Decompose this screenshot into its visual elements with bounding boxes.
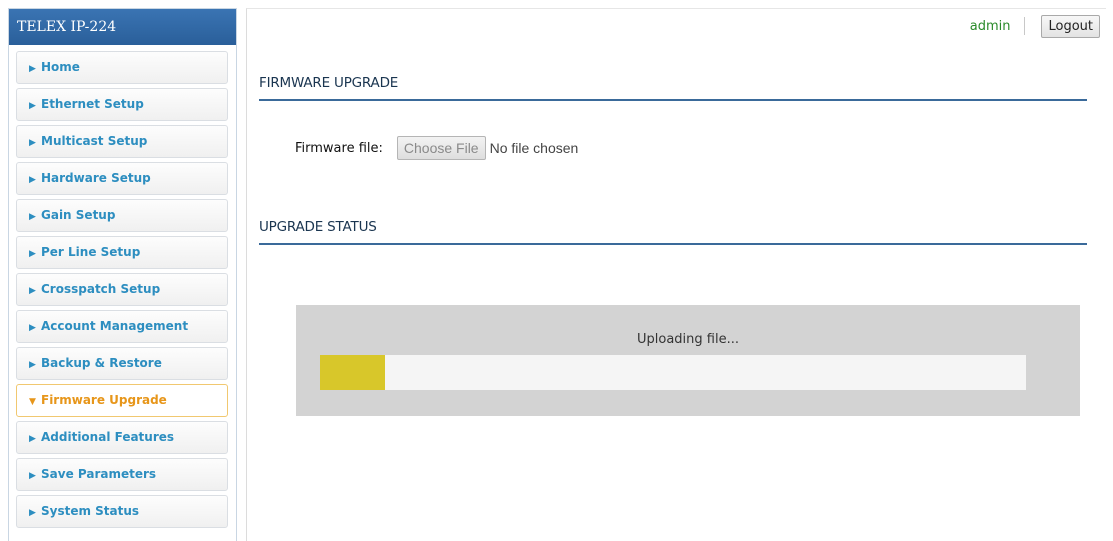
sidebar-item-label: Multicast Setup bbox=[41, 134, 148, 148]
sidebar-item-gain-setup[interactable]: ▶ Gain Setup bbox=[16, 199, 228, 232]
logout-button[interactable]: Logout bbox=[1041, 14, 1100, 38]
sidebar-item-label: Additional Features bbox=[41, 430, 175, 444]
sidebar-item-label: Firmware Upgrade bbox=[41, 393, 167, 407]
caret-right-icon: ▶ bbox=[29, 323, 36, 333]
device-title: TELEX IP-224 bbox=[9, 9, 236, 45]
upgrade-status-heading: UPGRADE STATUS bbox=[259, 219, 1087, 245]
sidebar-item-home[interactable]: ▶ Home bbox=[16, 51, 228, 84]
user-bar: admin Logout bbox=[970, 13, 1100, 39]
file-status-text: No file chosen bbox=[489, 140, 579, 156]
sidebar-item-label: Home bbox=[41, 60, 80, 74]
sidebar-item-label: Backup & Restore bbox=[41, 356, 162, 370]
caret-right-icon: ▶ bbox=[29, 360, 36, 370]
caret-down-icon: ▼ bbox=[29, 397, 36, 407]
caret-right-icon: ▶ bbox=[29, 286, 36, 296]
sidebar-item-per-line-setup[interactable]: ▶ Per Line Setup bbox=[16, 236, 228, 269]
nav-menu: ▶ Home ▶ Ethernet Setup ▶ Multicast Setup ▶… bbox=[9, 45, 236, 528]
firmware-file-label: Firmware file: bbox=[295, 140, 383, 156]
firmware-upgrade-heading: FIRMWARE UPGRADE bbox=[259, 75, 1087, 101]
sidebar-item-crosspatch-setup[interactable]: ▶ Crosspatch Setup bbox=[16, 273, 228, 306]
caret-right-icon: ▶ bbox=[29, 434, 36, 444]
caret-right-icon: ▶ bbox=[29, 138, 36, 148]
caret-right-icon: ▶ bbox=[29, 175, 36, 185]
sidebar-item-label: Crosspatch Setup bbox=[41, 282, 161, 296]
sidebar-item-ethernet-setup[interactable]: ▶ Ethernet Setup bbox=[16, 88, 228, 121]
caret-right-icon: ▶ bbox=[29, 101, 36, 111]
sidebar-item-label: System Status bbox=[41, 504, 140, 518]
sidebar-item-hardware-setup[interactable]: ▶ Hardware Setup bbox=[16, 162, 228, 195]
divider bbox=[1024, 17, 1026, 35]
caret-right-icon: ▶ bbox=[29, 64, 36, 74]
firmware-file-row: Firmware file: Choose File No file chose… bbox=[295, 136, 578, 160]
sidebar-item-label: Gain Setup bbox=[41, 208, 116, 222]
choose-file-button[interactable]: Choose File bbox=[396, 136, 486, 160]
main-content: admin Logout FIRMWARE UPGRADE Firmware f… bbox=[246, 8, 1106, 541]
sidebar: TELEX IP-224 ▶ Home ▶ Ethernet Setup ▶ Mult… bbox=[8, 8, 237, 541]
sidebar-item-label: Save Parameters bbox=[41, 467, 157, 481]
caret-right-icon: ▶ bbox=[29, 212, 36, 222]
sidebar-item-save-parameters[interactable]: ▶ Save Parameters bbox=[16, 458, 228, 491]
caret-right-icon: ▶ bbox=[29, 508, 36, 518]
upload-status-message: Uploading file... bbox=[637, 332, 739, 347]
caret-right-icon: ▶ bbox=[29, 471, 36, 481]
username: admin bbox=[969, 18, 1011, 34]
sidebar-item-backup-restore[interactable]: ▶ Backup & Restore bbox=[16, 347, 228, 380]
sidebar-item-additional-features[interactable]: ▶ Additional Features bbox=[16, 421, 228, 454]
sidebar-item-label: Ethernet Setup bbox=[41, 97, 144, 111]
sidebar-item-firmware-upgrade[interactable]: ▼ Firmware Upgrade bbox=[16, 384, 228, 417]
sidebar-item-label: Per Line Setup bbox=[41, 245, 141, 259]
caret-right-icon: ▶ bbox=[29, 249, 36, 259]
upload-progress-fill bbox=[320, 355, 385, 390]
sidebar-item-account-management[interactable]: ▶ Account Management bbox=[16, 310, 228, 343]
upgrade-status-panel: Uploading file... bbox=[296, 305, 1080, 416]
sidebar-item-label: Account Management bbox=[41, 319, 189, 333]
sidebar-item-multicast-setup[interactable]: ▶ Multicast Setup bbox=[16, 125, 228, 158]
sidebar-item-system-status[interactable]: ▶ System Status bbox=[16, 495, 228, 528]
upload-progress-bar bbox=[320, 355, 1026, 390]
sidebar-item-label: Hardware Setup bbox=[41, 171, 151, 185]
